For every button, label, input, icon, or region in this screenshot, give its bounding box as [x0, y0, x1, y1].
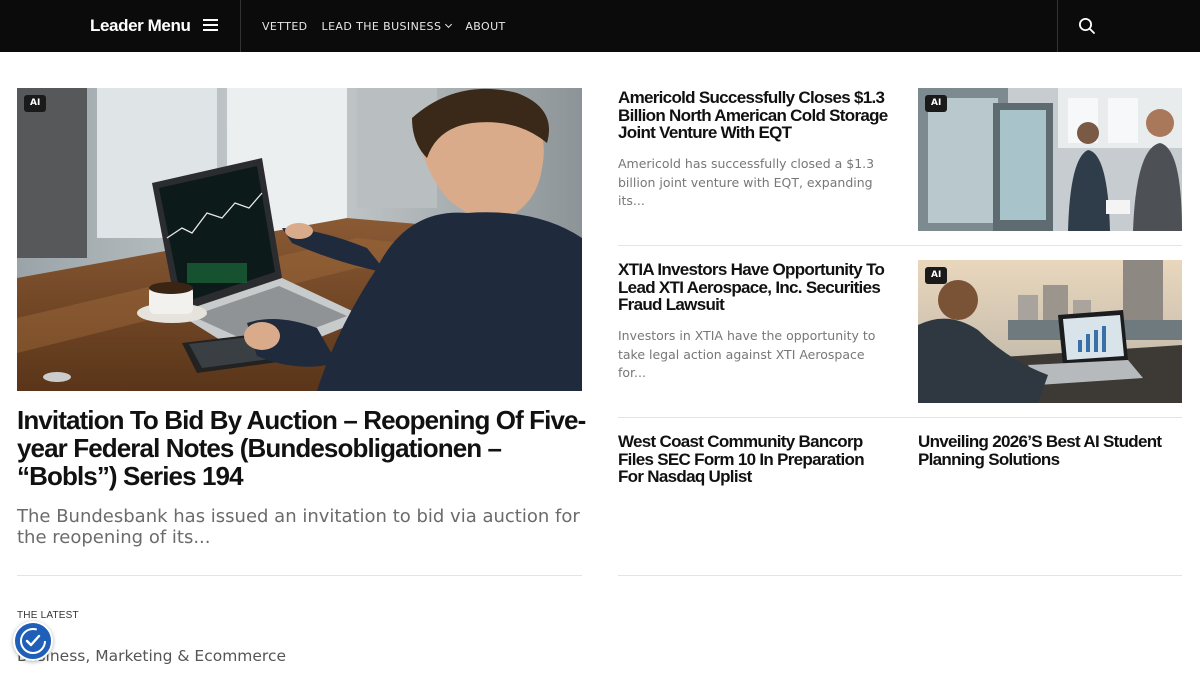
article-title[interactable]: XTIA Investors Have Opportunity To Lead … [618, 261, 888, 314]
ai-badge: AI [925, 95, 948, 112]
nav-item-about[interactable]: ABOUT [465, 20, 505, 33]
divider [618, 417, 1182, 418]
ai-badge: AI [925, 267, 948, 284]
accessibility-icon[interactable] [13, 621, 53, 661]
nav-item-lead-the-business[interactable]: LEAD THE BUSINESS [322, 20, 453, 33]
article-title[interactable]: Unveiling 2026’S Best AI Student Plannin… [918, 433, 1182, 468]
category-breadcrumb[interactable]: Business, Marketing & Ecommerce [17, 647, 286, 665]
article-excerpt: Investors in XTIA have the opportunity t… [618, 328, 876, 380]
hero-title[interactable]: Invitation To Bid By Auction – Reopening… [17, 406, 592, 490]
divider [618, 575, 1182, 576]
site-header: Leader Menu VETTED LEAD THE BUSINESS ABO… [0, 0, 1200, 52]
header-divider [240, 0, 241, 52]
header-divider [1057, 0, 1058, 52]
article-title[interactable]: Americold Successfully Closes $1.3 Billi… [618, 89, 893, 142]
article-title[interactable]: West Coast Community Bancorp Files SEC F… [618, 433, 883, 486]
section-label: THE LATEST [17, 610, 79, 621]
divider [17, 575, 582, 576]
hero-excerpt: The Bundesbank has issued an invitation … [17, 506, 580, 548]
chevron-down-icon [445, 20, 453, 29]
nav-item-vetted[interactable]: VETTED [262, 20, 308, 33]
main-nav: VETTED LEAD THE BUSINESS ABOUT [262, 20, 506, 33]
article-thumbnail[interactable]: AI [918, 260, 1182, 403]
hero-image[interactable]: AI [17, 88, 582, 391]
site-brand[interactable]: Leader Menu [90, 16, 191, 36]
hamburger-menu-icon[interactable] [203, 19, 218, 31]
divider [618, 245, 1182, 246]
article-excerpt: Americold has successfully closed a $1.3… [618, 156, 875, 208]
ai-badge: AI [24, 95, 47, 112]
article-thumbnail[interactable]: AI [918, 88, 1182, 231]
search-icon[interactable] [1078, 17, 1096, 35]
